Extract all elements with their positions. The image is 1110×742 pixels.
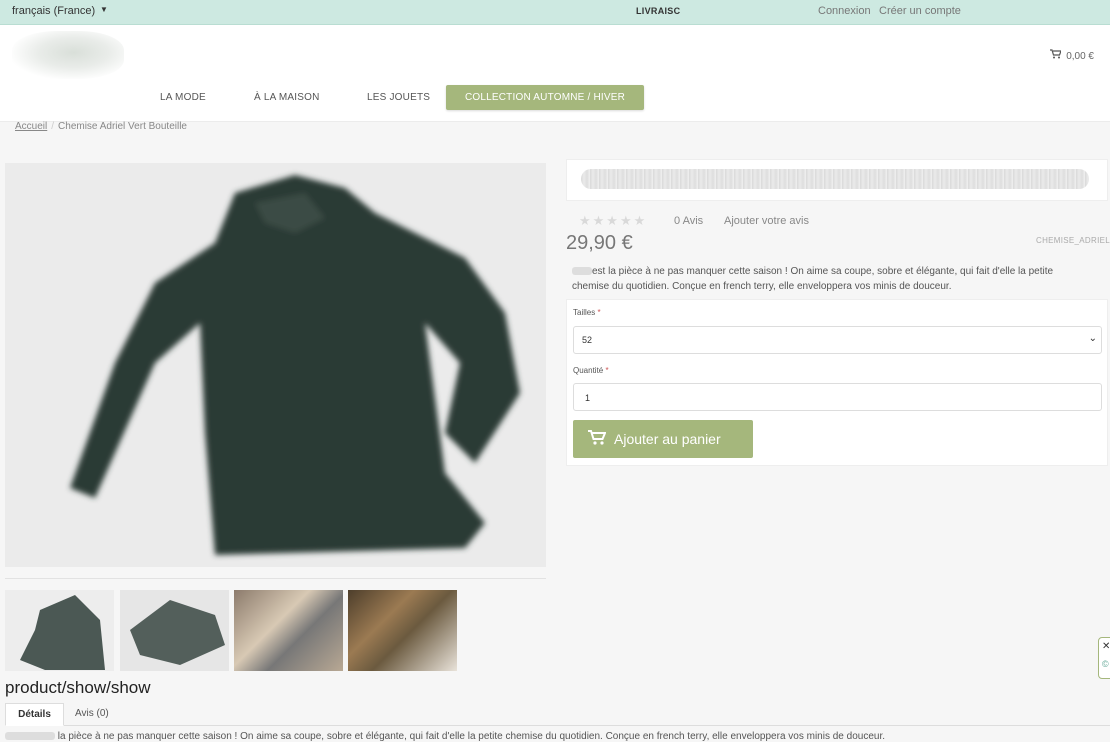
size-select[interactable]: 52 ⌄ xyxy=(573,326,1102,354)
product-title-bar xyxy=(566,159,1108,201)
nav-les-jouets[interactable]: LES JOUETS xyxy=(367,92,430,103)
breadcrumb-current: Chemise Adriel Vert Bouteille xyxy=(58,121,187,132)
nav-la-mode[interactable]: LA MODE xyxy=(160,92,206,103)
thumbnail-3[interactable] xyxy=(234,590,343,671)
cart-summary[interactable]: 0,00 € xyxy=(1050,49,1094,62)
product-title-redacted xyxy=(581,169,1089,189)
register-link[interactable]: Créer un compte xyxy=(879,5,961,17)
redacted-text xyxy=(5,732,55,741)
image-divider xyxy=(5,578,546,579)
product-short-description: est la pièce à ne pas manquer cette sais… xyxy=(572,264,1092,294)
product-details-text: la pièce à ne pas manquer cette saison !… xyxy=(5,731,885,742)
close-icon[interactable]: ✕ xyxy=(1102,641,1110,652)
rating-stars: ★★★★★ xyxy=(579,213,648,228)
site-header: 0,00 € LA MODE À LA MAISON LES JOUETS CO… xyxy=(0,25,1110,122)
cart-total: 0,00 € xyxy=(1066,51,1094,62)
section-title: product/show/show xyxy=(5,678,151,697)
size-label: Tailles * xyxy=(573,308,601,317)
caret-down-icon[interactable]: ▼ xyxy=(100,5,108,14)
floating-widget[interactable]: ✕ © xyxy=(1098,637,1110,679)
top-bar: français (France) ▼ LIVRAISC Connexion C… xyxy=(0,0,1110,25)
breadcrumb-separator: / xyxy=(51,121,55,132)
size-value: 52 xyxy=(582,335,593,345)
nav-a-la-maison[interactable]: À LA MAISON xyxy=(254,92,320,103)
short-description-text: est la pièce à ne pas manquer cette sais… xyxy=(572,266,1054,292)
chevron-down-icon: ⌄ xyxy=(1088,333,1097,344)
quantity-value: 1 xyxy=(585,393,591,403)
tab-details[interactable]: Détails xyxy=(5,703,64,726)
add-review-link[interactable]: Ajouter votre avis xyxy=(724,215,809,227)
quantity-input[interactable]: 1 xyxy=(573,383,1102,411)
language-selector[interactable]: français (France) xyxy=(12,5,95,17)
quantity-label: Quantité * xyxy=(573,366,609,375)
site-logo[interactable] xyxy=(12,31,124,79)
product-main-image[interactable] xyxy=(5,163,546,567)
tab-avis[interactable]: Avis (0) xyxy=(75,703,109,724)
thumbnail-4[interactable] xyxy=(348,590,457,671)
add-to-cart-label: Ajouter au panier xyxy=(614,431,721,447)
product-price: 29,90 € xyxy=(566,232,633,254)
product-tabs: Détails Avis (0) xyxy=(5,703,1110,726)
product-reference: CHEMISE_ADRIEL xyxy=(1036,236,1110,245)
add-to-cart-button[interactable]: Ajouter au panier xyxy=(573,420,753,458)
shipping-banner: LIVRAISC xyxy=(636,6,681,16)
redacted-text xyxy=(572,267,592,276)
breadcrumb-home[interactable]: Accueil xyxy=(15,121,47,132)
review-count[interactable]: 0 Avis xyxy=(674,215,703,227)
cart-icon xyxy=(1050,49,1063,62)
thumbnail-1[interactable] xyxy=(5,590,114,671)
login-link[interactable]: Connexion xyxy=(818,5,871,17)
breadcrumb: Accueil / Chemise Adriel Vert Bouteille xyxy=(15,121,187,132)
nav-collection-automne-hiver[interactable]: COLLECTION AUTOMNE / HIVER xyxy=(446,85,644,110)
widget-icon[interactable]: © xyxy=(1102,659,1109,669)
cart-icon xyxy=(588,430,607,449)
thumbnail-2[interactable] xyxy=(120,590,229,671)
